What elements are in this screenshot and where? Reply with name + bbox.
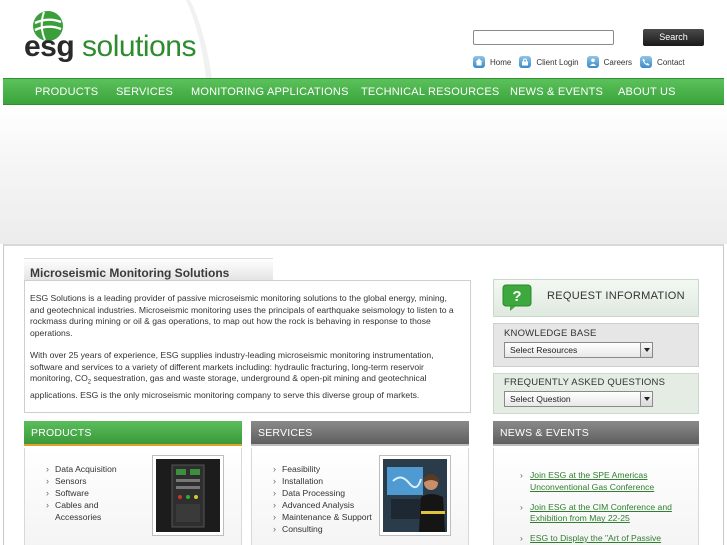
phone-icon [640,56,653,68]
utility-link-label: Careers [603,57,633,67]
news-list: Join ESG at the SPE Americas Unconventio… [520,470,690,545]
services-panel-header[interactable]: SERVICES [251,421,469,446]
list-item[interactable]: Data Acquisition [46,463,146,475]
list-item[interactable]: Software [46,487,146,499]
chevron-down-icon [640,343,652,357]
home-icon [473,56,485,68]
svg-text:?: ? [512,288,521,305]
search-button[interactable]: Search [643,29,704,46]
intro-title: Microseismic Monitoring Solutions [30,266,230,280]
list-item[interactable]: Feasibility [273,463,373,475]
page: esg solutions Search Home Client Login C… [0,0,727,545]
utility-link-client-login[interactable]: Client Login [519,56,579,68]
services-list: Feasibility Installation Data Processing… [273,463,373,535]
list-item[interactable]: Installation [273,475,373,487]
data-acquisition-unit-image [156,459,220,532]
chevron-down-icon [640,392,652,406]
request-information-label: REQUEST INFORMATION [547,290,685,302]
logo-text-bold: esg [24,30,75,63]
faq-select-value: Select Question [510,394,571,404]
services-image [379,455,451,536]
nav-item-services[interactable]: SERVICES [116,86,173,98]
question-bubble-icon: ? [502,284,532,311]
nav-item-technical-resources[interactable]: TECHNICAL RESOURCES [361,86,499,98]
main-nav: PRODUCTS SERVICES MONITORING APPLICATION… [3,78,724,105]
nav-item-monitoring-applications[interactable]: MONITORING APPLICATIONS [191,86,349,98]
faq-label: FREQUENTLY ASKED QUESTIONS [504,377,666,388]
products-panel-header[interactable]: PRODUCTS [24,421,242,446]
intro-paragraph-2-part-2: sequestration, gas and waste storage, un… [30,373,427,400]
products-list: Data Acquisition Sensors Software Cables… [46,463,146,523]
list-item[interactable]: Sensors [46,475,146,487]
nav-item-news-events[interactable]: NEWS & EVENTS [510,86,603,98]
site-header: esg solutions Search Home Client Login C… [0,0,727,78]
search-input[interactable] [473,30,614,45]
utility-link-label: Home [490,57,512,67]
logo-text-light: solutions [74,30,196,63]
news-item[interactable]: Join ESG at the CIM Conference and Exhib… [520,502,690,526]
intro-paragraph-1: ESG Solutions is a leading provider of p… [30,293,454,338]
utility-nav: Home Client Login Careers Contact [473,54,693,70]
news-item[interactable]: ESG to Display the "Art of Passive [520,533,690,545]
list-item[interactable]: Data Processing [273,487,373,499]
utility-link-careers[interactable]: Careers [586,56,633,68]
utility-link-label: Contact [657,57,685,67]
faq-select[interactable]: Select Question [504,391,653,407]
hero-banner [0,106,727,244]
list-item[interactable]: Maintenance & Support [273,511,373,523]
news-panel-header[interactable]: NEWS & EVENTS [493,421,699,446]
list-item[interactable]: Cables and Accessories [46,499,146,523]
utility-link-label: Client Login [536,57,579,67]
list-item[interactable]: Consulting [273,523,373,535]
logo[interactable]: esg solutions [24,30,196,64]
utility-link-home[interactable]: Home [473,56,511,68]
utility-link-contact[interactable]: Contact [640,56,685,68]
knowledge-base-label: KNOWLEDGE BASE [504,328,597,339]
list-item[interactable]: Advanced Analysis [273,499,373,511]
nav-item-products[interactable]: PRODUCTS [35,86,98,98]
lock-icon [519,56,532,68]
intro-paragraph-2: With over 25 years of experience, ESG su… [30,350,462,401]
engineer-at-monitor-image [383,459,447,532]
nav-item-about-us[interactable]: ABOUT US [618,86,676,98]
knowledge-base-select-value: Select Resources [510,345,578,355]
news-item[interactable]: Join ESG at the SPE Americas Unconventio… [520,470,690,494]
products-image [152,455,224,536]
knowledge-base-select[interactable]: Select Resources [504,342,653,358]
person-icon [586,56,599,68]
